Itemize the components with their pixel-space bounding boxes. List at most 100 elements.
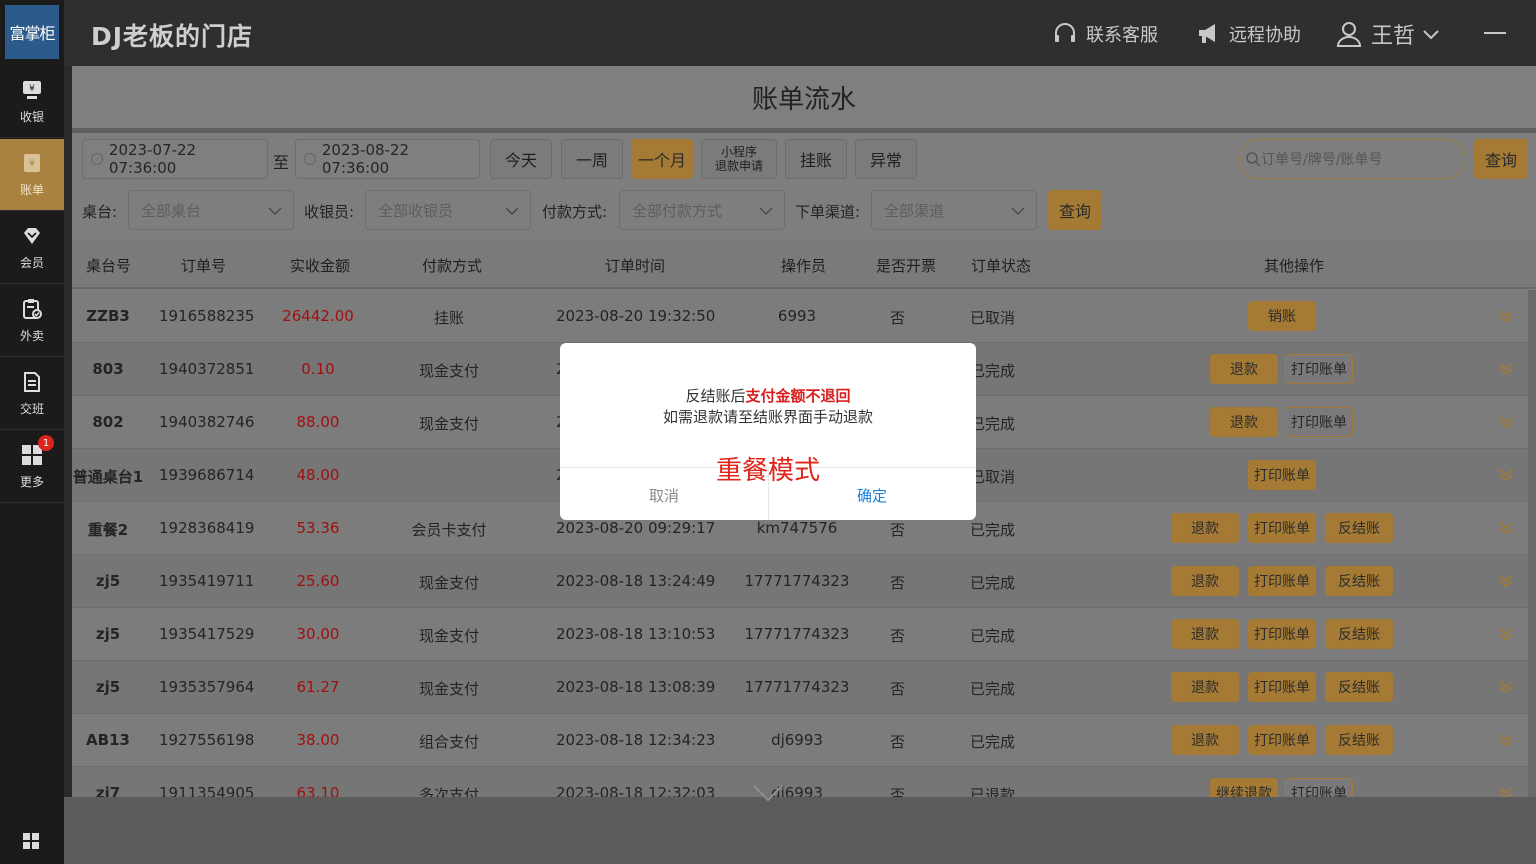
row-action-button[interactable]: 退款 bbox=[1171, 513, 1239, 543]
table-row[interactable]: zj7 1911354905 63.10 多次支付 2023-08-18 12:32:0… bbox=[72, 767, 1536, 797]
row-action-button[interactable]: 反结账 bbox=[1325, 725, 1393, 755]
expand-chevron-icon[interactable] bbox=[1498, 467, 1514, 483]
row-action-button[interactable]: 打印账单 bbox=[1248, 460, 1316, 490]
cell-order-time: 2023-08-18 13:10:53 bbox=[556, 625, 716, 643]
header-order-no: 订单号 bbox=[181, 257, 227, 275]
cell-payment: 现金支付 bbox=[418, 415, 479, 433]
search-query-button[interactable]: 查询 bbox=[1474, 139, 1528, 179]
cell-order-no: 1940372851 bbox=[159, 360, 255, 378]
filter-today-button[interactable]: 今天 bbox=[490, 139, 552, 179]
user-menu[interactable]: 王哲 bbox=[1335, 19, 1449, 49]
svg-text:¥: ¥ bbox=[29, 84, 35, 94]
svg-text:¥: ¥ bbox=[29, 159, 35, 169]
cell-payment: 现金支付 bbox=[418, 362, 479, 380]
cashier-select[interactable]: 全部收银员 bbox=[365, 190, 531, 230]
order-search-input[interactable]: 订单号/牌号/账单号 bbox=[1238, 139, 1466, 179]
table-row[interactable]: ZZB3 1916588235 26442.00 挂账 2023-08-20 19:32… bbox=[72, 290, 1536, 343]
row-action-button[interactable]: 打印账单 bbox=[1248, 566, 1316, 596]
confirm-dialog: 反结账后支付金额不退回 如需退款请至结账界面手动退款 取消 确定 bbox=[560, 343, 976, 520]
chevron-down-icon[interactable] bbox=[752, 782, 784, 804]
row-action-button[interactable]: 退款 bbox=[1210, 407, 1278, 437]
table-row[interactable]: zj5 1935357964 61.27 现金支付 2023-08-18 13:08:3… bbox=[72, 661, 1536, 714]
channel-filter-label: 下单渠道: bbox=[795, 203, 861, 221]
chevron-down-icon bbox=[268, 207, 282, 216]
row-action-button[interactable]: 打印账单 bbox=[1248, 672, 1316, 702]
scrollbar[interactable] bbox=[1528, 290, 1536, 797]
cell-invoice: 否 bbox=[890, 309, 906, 327]
channel-select[interactable]: 全部渠道 bbox=[871, 190, 1037, 230]
end-date-input[interactable]: 2023-08-22 07:36:00 bbox=[295, 139, 480, 179]
expand-chevron-icon[interactable] bbox=[1498, 679, 1514, 695]
sidebar-item-bills[interactable]: ¥ 账单 bbox=[0, 139, 64, 211]
cell-order-no: 1940382746 bbox=[159, 413, 255, 431]
row-action-button[interactable]: 反结账 bbox=[1325, 672, 1393, 702]
remote-assist-button[interactable]: 远程协助 bbox=[1195, 19, 1301, 49]
row-action-button[interactable]: 打印账单 bbox=[1285, 354, 1353, 384]
row-action-button[interactable]: 打印账单 bbox=[1248, 725, 1316, 755]
expand-chevron-icon[interactable] bbox=[1498, 308, 1514, 324]
filter-week-button[interactable]: 一周 bbox=[561, 139, 623, 179]
expand-chevron-icon[interactable] bbox=[1498, 520, 1514, 536]
row-action-button[interactable]: 打印账单 bbox=[1285, 778, 1353, 797]
cell-invoice: 否 bbox=[890, 574, 906, 592]
expand-chevron-icon[interactable] bbox=[1498, 732, 1514, 748]
row-action-button[interactable]: 反结账 bbox=[1325, 566, 1393, 596]
header-operator: 操作员 bbox=[781, 257, 827, 275]
row-action-button[interactable]: 退款 bbox=[1210, 354, 1278, 384]
cell-status: 已完成 bbox=[970, 680, 1016, 698]
refund-request-label: 退款申请 bbox=[714, 159, 763, 173]
clock-icon bbox=[91, 153, 103, 165]
dialog-cancel-button[interactable]: 取消 bbox=[560, 485, 768, 506]
row-action-button[interactable]: 打印账单 bbox=[1248, 619, 1316, 649]
megaphone-icon bbox=[1199, 24, 1215, 43]
row-action-button[interactable]: 打印账单 bbox=[1285, 407, 1353, 437]
grid-icon[interactable] bbox=[22, 832, 40, 850]
expand-chevron-icon[interactable] bbox=[1498, 414, 1514, 430]
filter-miniprogram-refund-button[interactable]: 小程序 退款申请 bbox=[701, 139, 777, 179]
expand-chevron-icon[interactable] bbox=[1498, 361, 1514, 377]
filter-month-button[interactable]: 一个月 bbox=[631, 139, 693, 179]
sidebar-item-cashier[interactable]: ¥ 收银 bbox=[0, 66, 64, 138]
row-action-button[interactable]: 退款 bbox=[1171, 725, 1239, 755]
cell-operator: km747576 bbox=[756, 519, 838, 537]
row-action-button[interactable]: 反结账 bbox=[1325, 513, 1393, 543]
row-action-button[interactable]: 退款 bbox=[1171, 566, 1239, 596]
filter-abnormal-button[interactable]: 异常 bbox=[855, 139, 917, 179]
filter-credit-button[interactable]: 挂账 bbox=[785, 139, 847, 179]
sidebar-item-shift[interactable]: 交班 bbox=[0, 358, 64, 430]
cell-payment: 现金支付 bbox=[418, 680, 479, 698]
expand-chevron-icon[interactable] bbox=[1498, 626, 1514, 642]
cell-order-time: 2023-08-18 12:32:03 bbox=[556, 784, 716, 797]
sidebar-item-members[interactable]: 会员 bbox=[0, 212, 64, 284]
payment-select-value: 全部付款方式 bbox=[632, 201, 723, 220]
sidebar-item-more[interactable]: 1 更多 bbox=[0, 431, 64, 503]
expand-chevron-icon[interactable] bbox=[1498, 573, 1514, 589]
sidebar-item-delivery[interactable]: 外卖 bbox=[0, 285, 64, 357]
start-date-input[interactable]: 2023-07-22 07:36:00 bbox=[82, 139, 268, 179]
row-action-button[interactable]: 销账 bbox=[1248, 301, 1316, 331]
table-row[interactable]: zj5 1935419711 25.60 现金支付 2023-08-18 13:24:4… bbox=[72, 555, 1536, 608]
row-action-button[interactable]: 退款 bbox=[1171, 619, 1239, 649]
cell-table-no: zj7 bbox=[95, 784, 121, 797]
dialog-confirm-button[interactable]: 确定 bbox=[768, 485, 976, 506]
cell-order-no: 1916588235 bbox=[159, 307, 255, 325]
filter-query-button[interactable]: 查询 bbox=[1048, 190, 1102, 230]
table-row[interactable]: AB13 1927556198 38.00 组合支付 2023-08-18 12:34:… bbox=[72, 714, 1536, 767]
row-action-button[interactable]: 反结账 bbox=[1325, 619, 1393, 649]
cell-payment: 现金支付 bbox=[418, 627, 479, 645]
row-action-button[interactable]: 继续退款 bbox=[1210, 778, 1278, 797]
minimize-icon[interactable] bbox=[1484, 32, 1506, 36]
chevron-down-icon bbox=[1011, 207, 1025, 216]
cell-amount: 30.00 bbox=[296, 625, 340, 643]
table-row[interactable]: zj5 1935417529 30.00 现金支付 2023-08-18 13:10:5… bbox=[72, 608, 1536, 661]
sidebar-item-label: 交班 bbox=[19, 402, 44, 416]
cell-status: 已完成 bbox=[970, 574, 1016, 592]
table-select[interactable]: 全部桌台 bbox=[128, 190, 294, 230]
expand-chevron-icon[interactable] bbox=[1498, 785, 1514, 797]
row-action-button[interactable]: 退款 bbox=[1171, 672, 1239, 702]
payment-select[interactable]: 全部付款方式 bbox=[619, 190, 785, 230]
cell-order-no: 1927556198 bbox=[159, 731, 255, 749]
row-action-button[interactable]: 打印账单 bbox=[1248, 513, 1316, 543]
cell-order-time: 2023-08-20 09:29:17 bbox=[556, 519, 716, 537]
support-button[interactable]: 联系客服 bbox=[1052, 19, 1158, 49]
